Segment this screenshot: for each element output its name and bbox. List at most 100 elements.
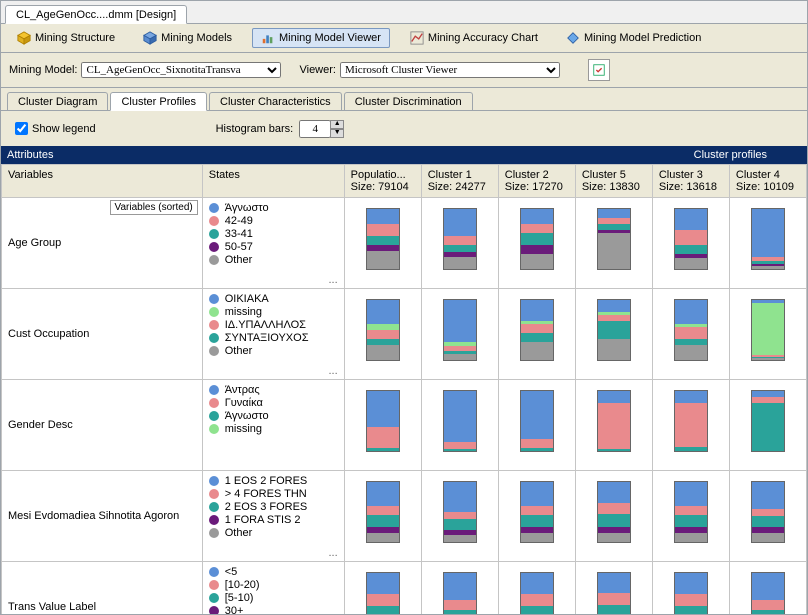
cluster-bar-cell[interactable] — [498, 471, 575, 562]
show-legend-label: Show legend — [32, 123, 96, 135]
cluster-bar-cell[interactable] — [498, 198, 575, 289]
subtab-cluster-profiles[interactable]: Cluster Profiles — [110, 92, 207, 111]
subtab-cluster-characteristics[interactable]: Cluster Characteristics — [209, 92, 342, 110]
cluster-bar-cell[interactable] — [729, 471, 806, 562]
state-row: [10-20) — [209, 579, 338, 591]
stacked-bar — [751, 208, 785, 270]
document-tab[interactable]: CL_AgeGenOcc....dmm [Design] — [5, 5, 187, 24]
col-cluster[interactable]: Cluster 4Size: 10109 — [729, 165, 806, 198]
toolbar-mining-model-viewer[interactable]: Mining Model Viewer — [252, 28, 390, 48]
refresh-button[interactable] — [588, 59, 610, 81]
states-cell: Άγνωστο42-4933-4150-57Other... — [202, 198, 344, 289]
cluster-bar-cell[interactable] — [498, 289, 575, 380]
cluster-bar-cell[interactable] — [729, 562, 806, 615]
cluster-bar-cell[interactable] — [498, 562, 575, 615]
mining-model-select[interactable]: CL_AgeGenOcc_SixnotitaTransva — [81, 62, 281, 78]
cluster-bar-cell[interactable] — [652, 198, 729, 289]
stacked-bar — [366, 390, 400, 452]
variable-cell[interactable]: Variables (sorted)Age Group — [2, 198, 203, 289]
stacked-bar — [674, 390, 708, 452]
stacked-bar — [674, 481, 708, 543]
col-cluster[interactable]: Populatio...Size: 79104 — [344, 165, 421, 198]
cluster-bar-cell[interactable] — [652, 380, 729, 471]
viewer-label: Viewer: — [299, 64, 335, 76]
stacked-bar — [597, 481, 631, 543]
cluster-bar-cell[interactable] — [498, 380, 575, 471]
stacked-bar — [443, 481, 477, 543]
cluster-bar-cell[interactable] — [575, 380, 652, 471]
variable-cell[interactable]: Gender Desc — [2, 380, 203, 471]
cluster-bar-cell[interactable] — [344, 198, 421, 289]
stacked-bar — [597, 390, 631, 452]
variable-cell[interactable]: Cust Occupation — [2, 289, 203, 380]
cluster-bar-cell[interactable] — [421, 471, 498, 562]
cluster-bar-cell[interactable] — [652, 289, 729, 380]
col-states[interactable]: States — [202, 165, 344, 198]
cluster-bar-cell[interactable] — [344, 562, 421, 615]
cluster-bar-cell[interactable] — [344, 289, 421, 380]
states-cell: 1 EOS 2 FORES> 4 FORES THN2 EOS 3 FORES1… — [202, 471, 344, 562]
toolbar-mining-models[interactable]: Mining Models — [135, 29, 240, 47]
stacked-bar — [751, 481, 785, 543]
more-icon[interactable]: ... — [329, 365, 338, 377]
col-cluster[interactable]: Cluster 2Size: 17270 — [498, 165, 575, 198]
stacked-bar — [443, 572, 477, 614]
state-row: [5-10) — [209, 592, 338, 604]
stacked-bar — [366, 572, 400, 614]
stacked-bar — [366, 208, 400, 270]
toolbar-mining-structure[interactable]: Mining Structure — [9, 29, 123, 47]
cluster-bar-cell[interactable] — [421, 289, 498, 380]
col-cluster[interactable]: Cluster 1Size: 24277 — [421, 165, 498, 198]
variable-cell[interactable]: Mesi Evdomadiea Sihnotita Agoron — [2, 471, 203, 562]
stacked-bar — [366, 481, 400, 543]
section-header-left: Attributes — [1, 146, 353, 164]
cluster-bar-cell[interactable] — [344, 471, 421, 562]
state-row: ΙΔ.ΥΠΑΛΛΗΛΟΣ — [209, 319, 338, 331]
cluster-bar-cell[interactable] — [344, 380, 421, 471]
show-legend-checkbox[interactable] — [15, 122, 28, 135]
cluster-bar-cell[interactable] — [575, 198, 652, 289]
cluster-bar-cell[interactable] — [729, 198, 806, 289]
stacked-bar — [751, 390, 785, 452]
col-variables[interactable]: Variables — [2, 165, 203, 198]
state-row: Other — [209, 254, 338, 266]
col-cluster[interactable]: Cluster 5Size: 13830 — [575, 165, 652, 198]
stacked-bar — [443, 299, 477, 361]
profiles-grid-wrap[interactable]: VariablesStatesPopulatio...Size: 79104Cl… — [1, 164, 807, 614]
spinner-down[interactable]: ▼ — [330, 129, 344, 138]
more-icon[interactable]: ... — [329, 547, 338, 559]
state-row: Other — [209, 345, 338, 357]
subtab-cluster-discrimination[interactable]: Cluster Discrimination — [344, 92, 473, 110]
cluster-bar-cell[interactable] — [729, 380, 806, 471]
histogram-bars-label: Histogram bars: — [216, 123, 294, 135]
subtab-cluster-diagram[interactable]: Cluster Diagram — [7, 92, 108, 110]
variable-cell[interactable]: Trans Value Label — [2, 562, 203, 615]
cluster-bar-cell[interactable] — [421, 380, 498, 471]
cluster-bar-cell[interactable] — [652, 471, 729, 562]
sorted-badge: Variables (sorted) — [110, 200, 198, 215]
cluster-bar-cell[interactable] — [652, 562, 729, 615]
main-toolbar: Mining Structure Mining Models Mining Mode… — [1, 24, 807, 53]
col-cluster[interactable]: Cluster 3Size: 13618 — [652, 165, 729, 198]
spinner-up[interactable]: ▲ — [330, 120, 344, 129]
cluster-bar-cell[interactable] — [575, 471, 652, 562]
stacked-bar — [520, 390, 554, 452]
states-cell: ΆντραςΓυναίκαΆγνωστοmissing — [202, 380, 344, 471]
cluster-bar-cell[interactable] — [575, 289, 652, 380]
state-row: <5 — [209, 566, 338, 578]
toolbar-mining-model-prediction[interactable]: Mining Model Prediction — [558, 29, 709, 47]
state-row: 33-41 — [209, 228, 338, 240]
design-window: CL_AgeGenOcc....dmm [Design] Mining Stru… — [0, 0, 808, 615]
viewer-select[interactable]: Microsoft Cluster Viewer — [340, 62, 560, 78]
toolbar-mining-accuracy-chart[interactable]: Mining Accuracy Chart — [402, 29, 546, 47]
cluster-bar-cell[interactable] — [575, 562, 652, 615]
stacked-bar — [366, 299, 400, 361]
histogram-bars-input[interactable] — [299, 120, 331, 138]
cluster-bar-cell[interactable] — [421, 562, 498, 615]
more-icon[interactable]: ... — [329, 274, 338, 286]
cluster-bar-cell[interactable] — [729, 289, 806, 380]
histogram-bars-spinner[interactable]: ▲ ▼ — [299, 120, 344, 138]
state-row: 1 FORA STIS 2 — [209, 514, 338, 526]
cluster-bar-cell[interactable] — [421, 198, 498, 289]
stacked-bar — [520, 481, 554, 543]
